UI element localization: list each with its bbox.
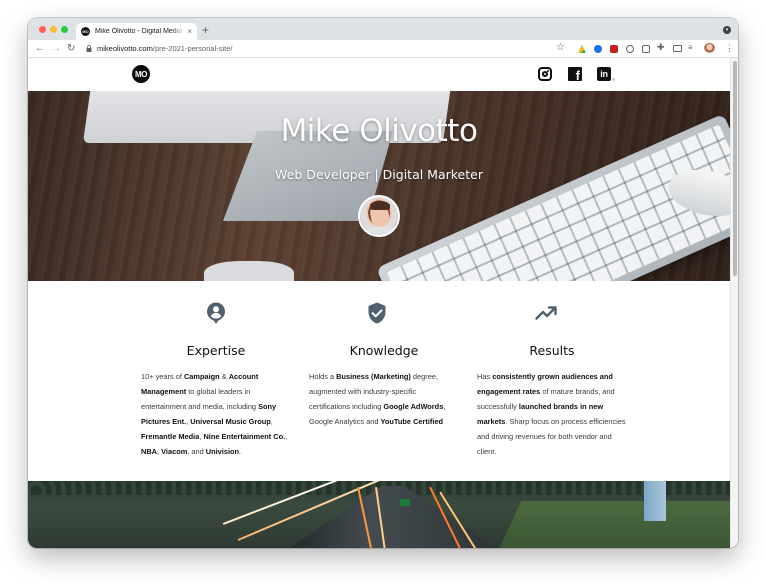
- feature-description: Holds a Business (Marketing) degree, aug…: [309, 369, 459, 429]
- lock-icon[interactable]: [86, 45, 92, 52]
- body-text: ,: [285, 432, 288, 441]
- browser-window: MO Mike Olivotto - Digital Media & Tech …: [28, 18, 738, 548]
- body-text: 10+ years of: [141, 372, 184, 381]
- emphasized-text: Universal Music Group: [190, 417, 271, 426]
- url-domain: mikeolivotto.com: [97, 44, 153, 53]
- body-text: ,: [270, 417, 273, 426]
- cast-icon[interactable]: [673, 45, 682, 52]
- power-extension-icon[interactable]: [626, 45, 634, 53]
- page-scrollbar[interactable]: [730, 58, 738, 548]
- feature-heading: Knowledge: [349, 343, 419, 358]
- site-header: MO f in ®: [28, 58, 730, 91]
- extensions-puzzle-icon[interactable]: ✚: [657, 42, 665, 53]
- back-button[interactable]: ←: [35, 43, 45, 55]
- feature-heading: Expertise: [186, 343, 246, 358]
- highway-banner-image: [28, 481, 730, 548]
- reload-button[interactable]: ↻: [67, 43, 75, 55]
- tab-title: Mike Olivotto - Digital Media & Tech: [95, 28, 185, 35]
- tab-favicon: MO: [81, 27, 90, 36]
- instagram-icon[interactable]: [538, 67, 552, 81]
- emphasized-text: Business (Marketing): [336, 372, 411, 381]
- imac-base-image: [204, 261, 294, 281]
- verified-shield-icon: [368, 302, 386, 324]
- emphasized-text: Nine Entertainment Co.: [203, 432, 286, 441]
- forward-button[interactable]: →: [51, 43, 61, 55]
- extension-icon[interactable]: [594, 45, 602, 53]
- person-pin-icon: [207, 302, 225, 324]
- new-tab-button[interactable]: +: [202, 24, 209, 36]
- body-text: Has: [477, 372, 493, 381]
- close-tab-icon[interactable]: ×: [187, 27, 192, 36]
- browser-tab[interactable]: MO Mike Olivotto - Digital Media & Tech …: [76, 23, 197, 40]
- emphasized-text: Campaign: [183, 372, 220, 381]
- scrollbar-thumb[interactable]: [733, 61, 737, 276]
- screenshot-extension-icon[interactable]: [642, 45, 650, 53]
- facebook-icon[interactable]: f: [568, 67, 582, 81]
- linkedin-trademark: ®: [612, 77, 615, 82]
- close-window-button[interactable]: [39, 26, 46, 33]
- reading-list-icon[interactable]: ≡: [688, 43, 693, 52]
- emphasized-text: Google AdWords: [383, 402, 444, 411]
- hero-banner: Mike Olivotto Web Developer | Digital Ma…: [28, 91, 730, 281]
- profile-photo: [358, 195, 400, 237]
- body-text: .: [239, 447, 242, 456]
- emphasized-text: YouTube Certified: [380, 417, 444, 426]
- drive-extension-icon[interactable]: [578, 45, 586, 53]
- body-text: , and: [187, 447, 206, 456]
- bookmark-star-icon[interactable]: ☆: [556, 42, 565, 53]
- tab-strip: MO Mike Olivotto - Digital Media & Tech …: [28, 18, 738, 40]
- url-path: /pre-2021-personal-site/: [152, 44, 233, 53]
- profile-avatar[interactable]: [704, 43, 715, 54]
- feature-description: Has consistently grown audiences and eng…: [477, 369, 627, 459]
- features-section: Expertise 10+ years of Campaign & Accoun…: [28, 281, 730, 481]
- page-viewport: MO f in ® Mike Olivotto Web Developer | …: [28, 58, 738, 548]
- maximize-window-button[interactable]: [61, 26, 68, 33]
- extension-icon[interactable]: [610, 45, 618, 53]
- emphasized-text: Viacom: [161, 447, 188, 456]
- address-bar[interactable]: mikeolivotto.com/pre-2021-personal-site/: [97, 44, 233, 53]
- browser-toolbar: ← → ↻ mikeolivotto.com/pre-2021-personal…: [28, 40, 738, 58]
- tab-search-icon[interactable]: ▾: [723, 26, 731, 34]
- trending-up-icon: [535, 306, 557, 320]
- emphasized-text: Fremantle Media: [141, 432, 200, 441]
- hero-subtitle: Web Developer | Digital Marketer: [275, 167, 483, 182]
- emphasized-text: NBA: [141, 447, 158, 456]
- emphasized-text: Univision: [205, 447, 240, 456]
- site-logo[interactable]: MO: [132, 65, 150, 83]
- hero-title: Mike Olivotto: [280, 113, 478, 149]
- minimize-window-button[interactable]: [50, 26, 57, 33]
- body-text: &: [219, 372, 229, 381]
- feature-heading: Results: [529, 343, 575, 358]
- linkedin-icon[interactable]: in: [597, 67, 611, 81]
- body-text: Holds a: [309, 372, 337, 381]
- feature-description: 10+ years of Campaign & Account Manageme…: [141, 369, 291, 459]
- browser-menu-icon[interactable]: ⋮: [725, 42, 734, 54]
